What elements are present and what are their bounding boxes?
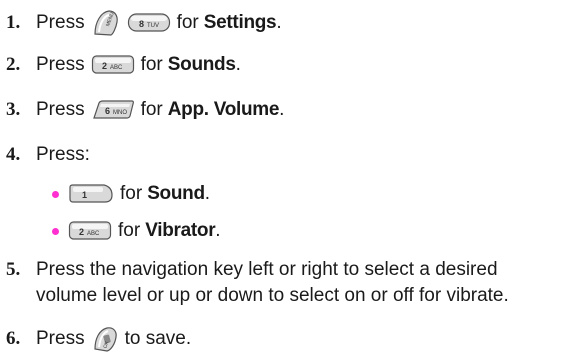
step-text-line-2: volume level or up or down to select on … [36,285,509,306]
step-text: Press [36,12,85,33]
key-8-icon: 8 TUV [127,12,171,34]
menu-target: Sounds [167,54,236,75]
bullet-text: for [118,220,141,241]
step-end: . [276,12,282,33]
key-1-digit: 1 [82,190,87,200]
menu-key-icon: MENU [91,8,121,38]
key-6-digit: 6 [105,106,110,116]
bullet-dot [52,190,59,198]
step-number: 3. [6,99,21,120]
step-text: Press: [36,144,90,165]
step-text: Press [36,328,85,349]
key-2-letters: ABC [87,231,100,237]
step-5: 5. Press the navigation key left or righ… [6,258,498,282]
bullet-vibrator: 2 ABC for Vibrator. [52,219,221,243]
bullet-sound: 1 for Sound. [52,182,210,206]
key-8-digit: 8 [139,19,144,29]
step-text: for [140,99,163,120]
step-text-line-1: Press the navigation key left or right t… [36,259,498,280]
key-2-letters: ABC [110,65,123,71]
key-2-digit: 2 [102,61,107,71]
step-number: 5. [6,259,21,280]
menu-target: Vibrator [145,220,216,241]
key-1-icon: 1 [68,183,114,205]
step-5-continued: volume level or up or down to select on … [36,283,509,309]
ok-key-icon: OK [91,325,119,353]
key-2-icon: 2 ABC [91,54,135,76]
step-end: . [279,99,285,120]
menu-target: App. Volume [167,99,280,120]
key-6-icon: 6 MNO [91,99,135,121]
step-1: 1. Press MENU 8 TUV for Settings. [6,8,282,38]
step-3: 3. Press 6 MNO for App. Volume. [6,98,284,122]
bullet-dot [52,227,59,235]
step-2: 2. Press 2 ABC for Sounds. [6,53,241,77]
step-end: . [215,220,221,241]
step-number: 2. [6,54,21,75]
step-4: 4. Press: [6,143,90,167]
step-text: to save. [124,328,192,349]
step-text: Press [36,99,85,120]
step-number: 6. [6,328,21,349]
step-end: . [235,54,241,75]
step-text: Press [36,54,85,75]
step-text: for [176,12,199,33]
step-end: . [204,183,211,204]
key-6-letters: MNO [113,110,127,116]
bullet-text: for [120,183,143,204]
menu-target: Settings [203,12,277,33]
step-number: 4. [6,144,21,165]
step-number: 1. [6,12,21,33]
step-text: for [140,54,163,75]
step-6: 6. Press OK to save. [6,325,191,353]
key-8-letters: TUV [147,23,159,29]
key-2-digit: 2 [79,227,84,237]
key-2-icon: 2 ABC [68,220,112,242]
menu-target: Sound [147,183,205,204]
